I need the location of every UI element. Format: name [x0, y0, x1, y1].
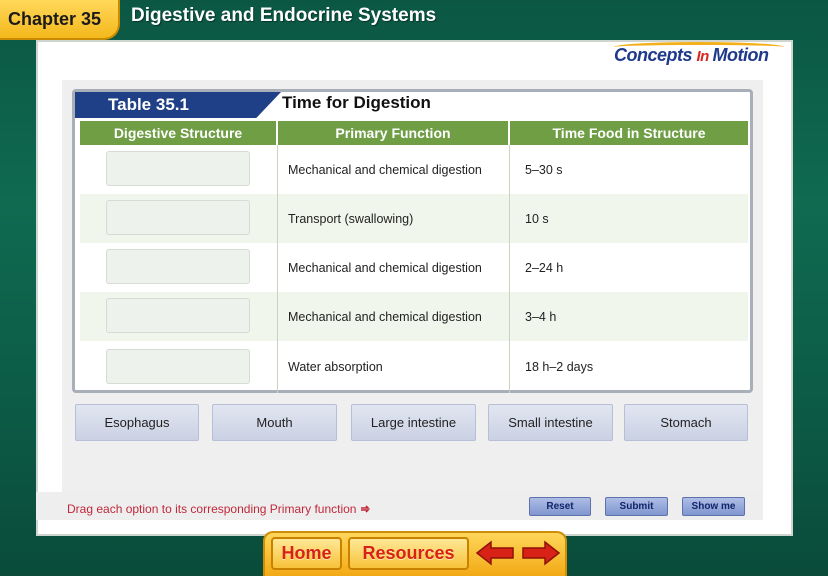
time-cell: 3–4 h [525, 309, 557, 324]
table-row: Mechanical and chemical digestion 3–4 h [80, 292, 748, 341]
time-cell: 2–24 h [525, 260, 564, 275]
table-row: Mechanical and chemical digestion 2–24 h [80, 243, 748, 292]
redo-arrow-icon [360, 505, 370, 513]
structure-cell [80, 145, 278, 194]
instruction-text: Drag each option to its corresponding Pr… [67, 502, 371, 516]
function-cell: Mechanical and chemical digestion [278, 243, 510, 292]
table-body: Mechanical and chemical digestion 5–30 s… [80, 145, 748, 393]
structure-cell [80, 341, 278, 393]
option-esophagus[interactable]: Esophagus [75, 404, 199, 441]
chapter-tab: Chapter 35 [0, 0, 120, 40]
table-row: Water absorption 18 h–2 days [80, 341, 748, 393]
drop-slot-1[interactable] [106, 151, 250, 186]
option-large-intestine[interactable]: Large intestine [351, 404, 476, 441]
option-stomach[interactable]: Stomach [624, 404, 748, 441]
function-cell: Mechanical and chemical digestion [278, 292, 510, 341]
table-number-banner: Table 35.1 [75, 92, 281, 118]
column-header-function: Primary Function [278, 121, 510, 145]
table-header-row: Digestive Structure Primary Function Tim… [80, 121, 748, 145]
column-header-structure: Digestive Structure [80, 121, 278, 145]
time-cell: 18 h–2 days [525, 360, 594, 374]
home-button[interactable]: Home [271, 537, 342, 570]
time-cell: 5–30 s [525, 162, 563, 177]
table-row: Transport (swallowing) 10 s [80, 194, 748, 243]
structure-cell [80, 243, 278, 292]
column-header-time: Time Food in Structure [552, 125, 706, 141]
function-cell: Water absorption [278, 341, 510, 393]
forward-arrow-icon[interactable] [521, 539, 561, 567]
show-me-button[interactable]: Show me [682, 497, 745, 516]
logo-swoosh-icon [614, 42, 784, 52]
reset-button[interactable]: Reset [529, 497, 591, 516]
concepts-in-motion-logo: Concepts In Motion [614, 42, 784, 73]
table-row: Mechanical and chemical digestion 5–30 s [80, 145, 748, 194]
table-title: Time for Digestion [282, 93, 431, 112]
drop-slot-5[interactable] [106, 349, 250, 384]
function-cell: Mechanical and chemical digestion [278, 145, 510, 194]
chapter-title: Digestive and Endocrine Systems [131, 5, 437, 26]
drop-slot-2[interactable] [106, 200, 250, 235]
resources-button[interactable]: Resources [348, 537, 469, 570]
option-mouth[interactable]: Mouth [212, 404, 337, 441]
instruction-label: Drag each option to its corresponding Pr… [67, 502, 357, 516]
function-cell: Transport (swallowing) [278, 194, 510, 243]
drag-options: Esophagus Mouth Large intestine Small in… [75, 404, 749, 441]
option-small-intestine[interactable]: Small intestine [488, 404, 613, 441]
drop-slot-3[interactable] [106, 249, 250, 284]
back-arrow-icon[interactable] [475, 539, 515, 567]
structure-cell [80, 292, 278, 341]
submit-button[interactable]: Submit [605, 497, 668, 516]
drop-slot-4[interactable] [106, 298, 250, 333]
time-cell: 10 s [525, 211, 549, 226]
structure-cell [80, 194, 278, 243]
